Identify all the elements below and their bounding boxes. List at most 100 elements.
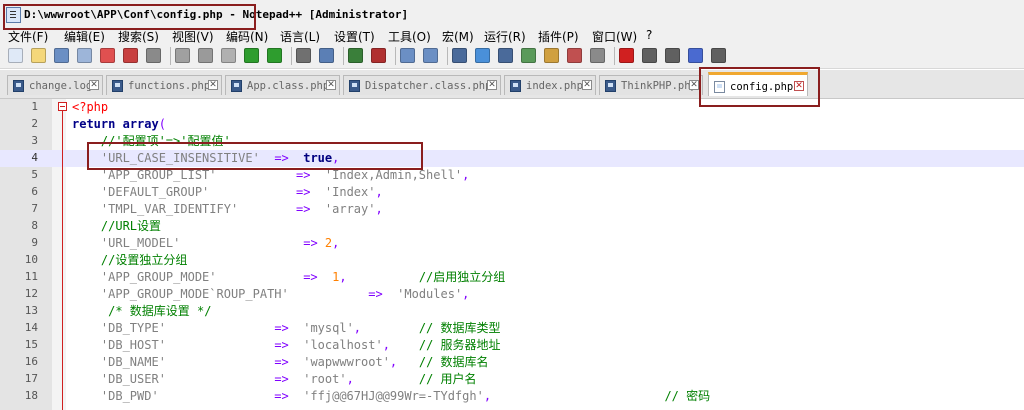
code-line[interactable]: 14 'DB_TYPE' => 'mysql', // 数据库类型: [0, 320, 1024, 337]
code-line[interactable]: 7 'TMPL_VAR_IDENTIFY' => 'array',: [0, 201, 1024, 218]
sync-horizontal-icon[interactable]: [423, 48, 438, 63]
code-token: array: [122, 117, 159, 131]
open-file-icon[interactable]: [31, 48, 46, 63]
tab-app-class-php[interactable]: App.class.php ✕: [225, 75, 340, 95]
fold-collapse-icon[interactable]: [58, 102, 67, 111]
tab-label: App.class.php: [247, 80, 330, 92]
menu-macro[interactable]: 宏(M): [442, 28, 474, 45]
tab-change-log[interactable]: change.log ✕: [7, 75, 103, 95]
tab-thinkphp-php[interactable]: ThinkPHP.php ✕: [599, 75, 703, 95]
toolbar-separator: [395, 47, 396, 65]
code-line[interactable]: 16 'DB_NAME' => 'wapwwwroot', // 数据库名: [0, 354, 1024, 371]
show-all-chars-icon[interactable]: [475, 48, 490, 63]
tab-label: index.php: [526, 80, 583, 92]
menu-encoding[interactable]: 编码(N): [226, 28, 268, 45]
redo-icon[interactable]: [267, 48, 282, 63]
tab-config-php[interactable]: config.php ✕: [708, 72, 808, 96]
undo-icon[interactable]: [244, 48, 259, 63]
record-macro-icon[interactable]: [619, 48, 634, 63]
code-line[interactable]: 6 'DEFAULT_GROUP' => 'Index',: [0, 184, 1024, 201]
close-all-icon[interactable]: [123, 48, 138, 63]
save-macro-icon[interactable]: [711, 48, 726, 63]
code-line[interactable]: 4 'URL_CASE_INSENSITIVE' => true,: [0, 150, 1024, 167]
code-line[interactable]: 3 //'配置项'=>'配置值': [0, 133, 1024, 150]
code-line[interactable]: 12 'APP_GROUP_MODE`ROUP_PATH' => 'Module…: [0, 286, 1024, 303]
close-tab-icon[interactable]: ✕: [582, 80, 592, 90]
code-line[interactable]: 5 'APP_GROUP_LIST' => 'Index,Admin,Shell…: [0, 167, 1024, 184]
code-editor[interactable]: 1 <?php 2 return array(3 //'配置项'=>'配置值' 4 'U…: [0, 99, 1024, 410]
paste-icon[interactable]: [221, 48, 236, 63]
code-token: 'DB_NAME': [100, 355, 166, 369]
menu-help[interactable]: ?: [646, 28, 652, 42]
cut-icon[interactable]: [175, 48, 190, 63]
menu-edit[interactable]: 编辑(E): [64, 28, 105, 45]
run-macro-multiple-icon[interactable]: [688, 48, 703, 63]
menu-window[interactable]: 窗口(W): [592, 28, 637, 45]
save-icon[interactable]: [54, 48, 69, 63]
toolbar-separator: [447, 47, 448, 65]
close-tab-icon[interactable]: ✕: [689, 80, 699, 90]
folder-workspace-icon[interactable]: [567, 48, 582, 63]
code-line[interactable]: 1 <?php: [0, 99, 1024, 116]
code-line[interactable]: 2 return array(: [0, 116, 1024, 133]
indent-guide-icon[interactable]: [498, 48, 513, 63]
stop-macro-icon[interactable]: [642, 48, 657, 63]
menu-settings[interactable]: 设置(T): [334, 28, 375, 45]
sync-vertical-icon[interactable]: [400, 48, 415, 63]
menu-search[interactable]: 搜索(S): [118, 28, 159, 45]
menu-run[interactable]: 运行(R): [484, 28, 526, 45]
code-line[interactable]: 9 'URL_MODEL' => 2,: [0, 235, 1024, 252]
play-macro-icon[interactable]: [665, 48, 680, 63]
line-number: 16: [24, 355, 38, 368]
tab-functions-php[interactable]: functions.php ✕: [106, 75, 222, 95]
code-line[interactable]: 17 'DB_USER' => 'root', // 用户名: [0, 371, 1024, 388]
close-tab-icon[interactable]: ✕: [89, 80, 99, 90]
tab-index-php[interactable]: index.php ✕: [504, 75, 596, 95]
copy-icon[interactable]: [198, 48, 213, 63]
code-token: 'array': [324, 202, 376, 216]
menu-file[interactable]: 文件(F): [8, 28, 48, 45]
code-token: // 数据库类型: [418, 321, 501, 335]
code-text: <?php: [72, 99, 108, 116]
notepad-app-icon[interactable]: [6, 7, 21, 23]
menu-plugins[interactable]: 插件(P): [538, 28, 579, 45]
doc-map-icon[interactable]: [521, 48, 536, 63]
close-tab-icon[interactable]: ✕: [326, 80, 336, 90]
menu-tools[interactable]: 工具(O): [388, 28, 431, 45]
code-line[interactable]: 15 'DB_HOST' => 'localhost', // 服务器地址: [0, 337, 1024, 354]
tab-dispatcher-class-php[interactable]: Dispatcher.class.php ✕: [343, 75, 501, 95]
menu-view[interactable]: 视图(V): [172, 28, 214, 45]
close-tab-icon[interactable]: ✕: [487, 80, 497, 90]
code-token: ,: [346, 372, 354, 386]
fold-line: [62, 111, 63, 410]
zoom-in-icon[interactable]: [348, 48, 363, 63]
code-line[interactable]: 8 //URL设置: [0, 218, 1024, 235]
monitor-icon[interactable]: [590, 48, 605, 63]
close-tab-icon[interactable]: ✕: [208, 80, 218, 90]
file-icon: [605, 80, 616, 92]
close-tab-icon[interactable]: ✕: [794, 81, 804, 91]
new-file-icon[interactable]: [8, 48, 23, 63]
close-icon[interactable]: [100, 48, 115, 63]
line-number: 18: [24, 389, 38, 402]
function-list-icon[interactable]: [544, 48, 559, 63]
code-line[interactable]: 11 'APP_GROUP_MODE' => 1, //启用独立分组: [0, 269, 1024, 286]
word-wrap-icon[interactable]: [452, 48, 467, 63]
print-icon[interactable]: [146, 48, 161, 63]
save-all-icon[interactable]: [77, 48, 92, 63]
code-token: =>: [274, 355, 289, 369]
code-line[interactable]: 13 /* 数据库设置 */: [0, 303, 1024, 320]
code-line[interactable]: 10 //设置独立分组: [0, 252, 1024, 269]
zoom-out-icon[interactable]: [371, 48, 386, 63]
replace-icon[interactable]: [319, 48, 334, 63]
code-line[interactable]: 18 'DB_PWD' => 'ffj@@67HJ@@99Wr=-TYdfgh'…: [0, 388, 1024, 405]
menu-language[interactable]: 语言(L): [280, 28, 320, 45]
find-icon[interactable]: [296, 48, 311, 63]
code-text: 'DB_TYPE' => 'mysql', // 数据库类型: [72, 320, 501, 337]
